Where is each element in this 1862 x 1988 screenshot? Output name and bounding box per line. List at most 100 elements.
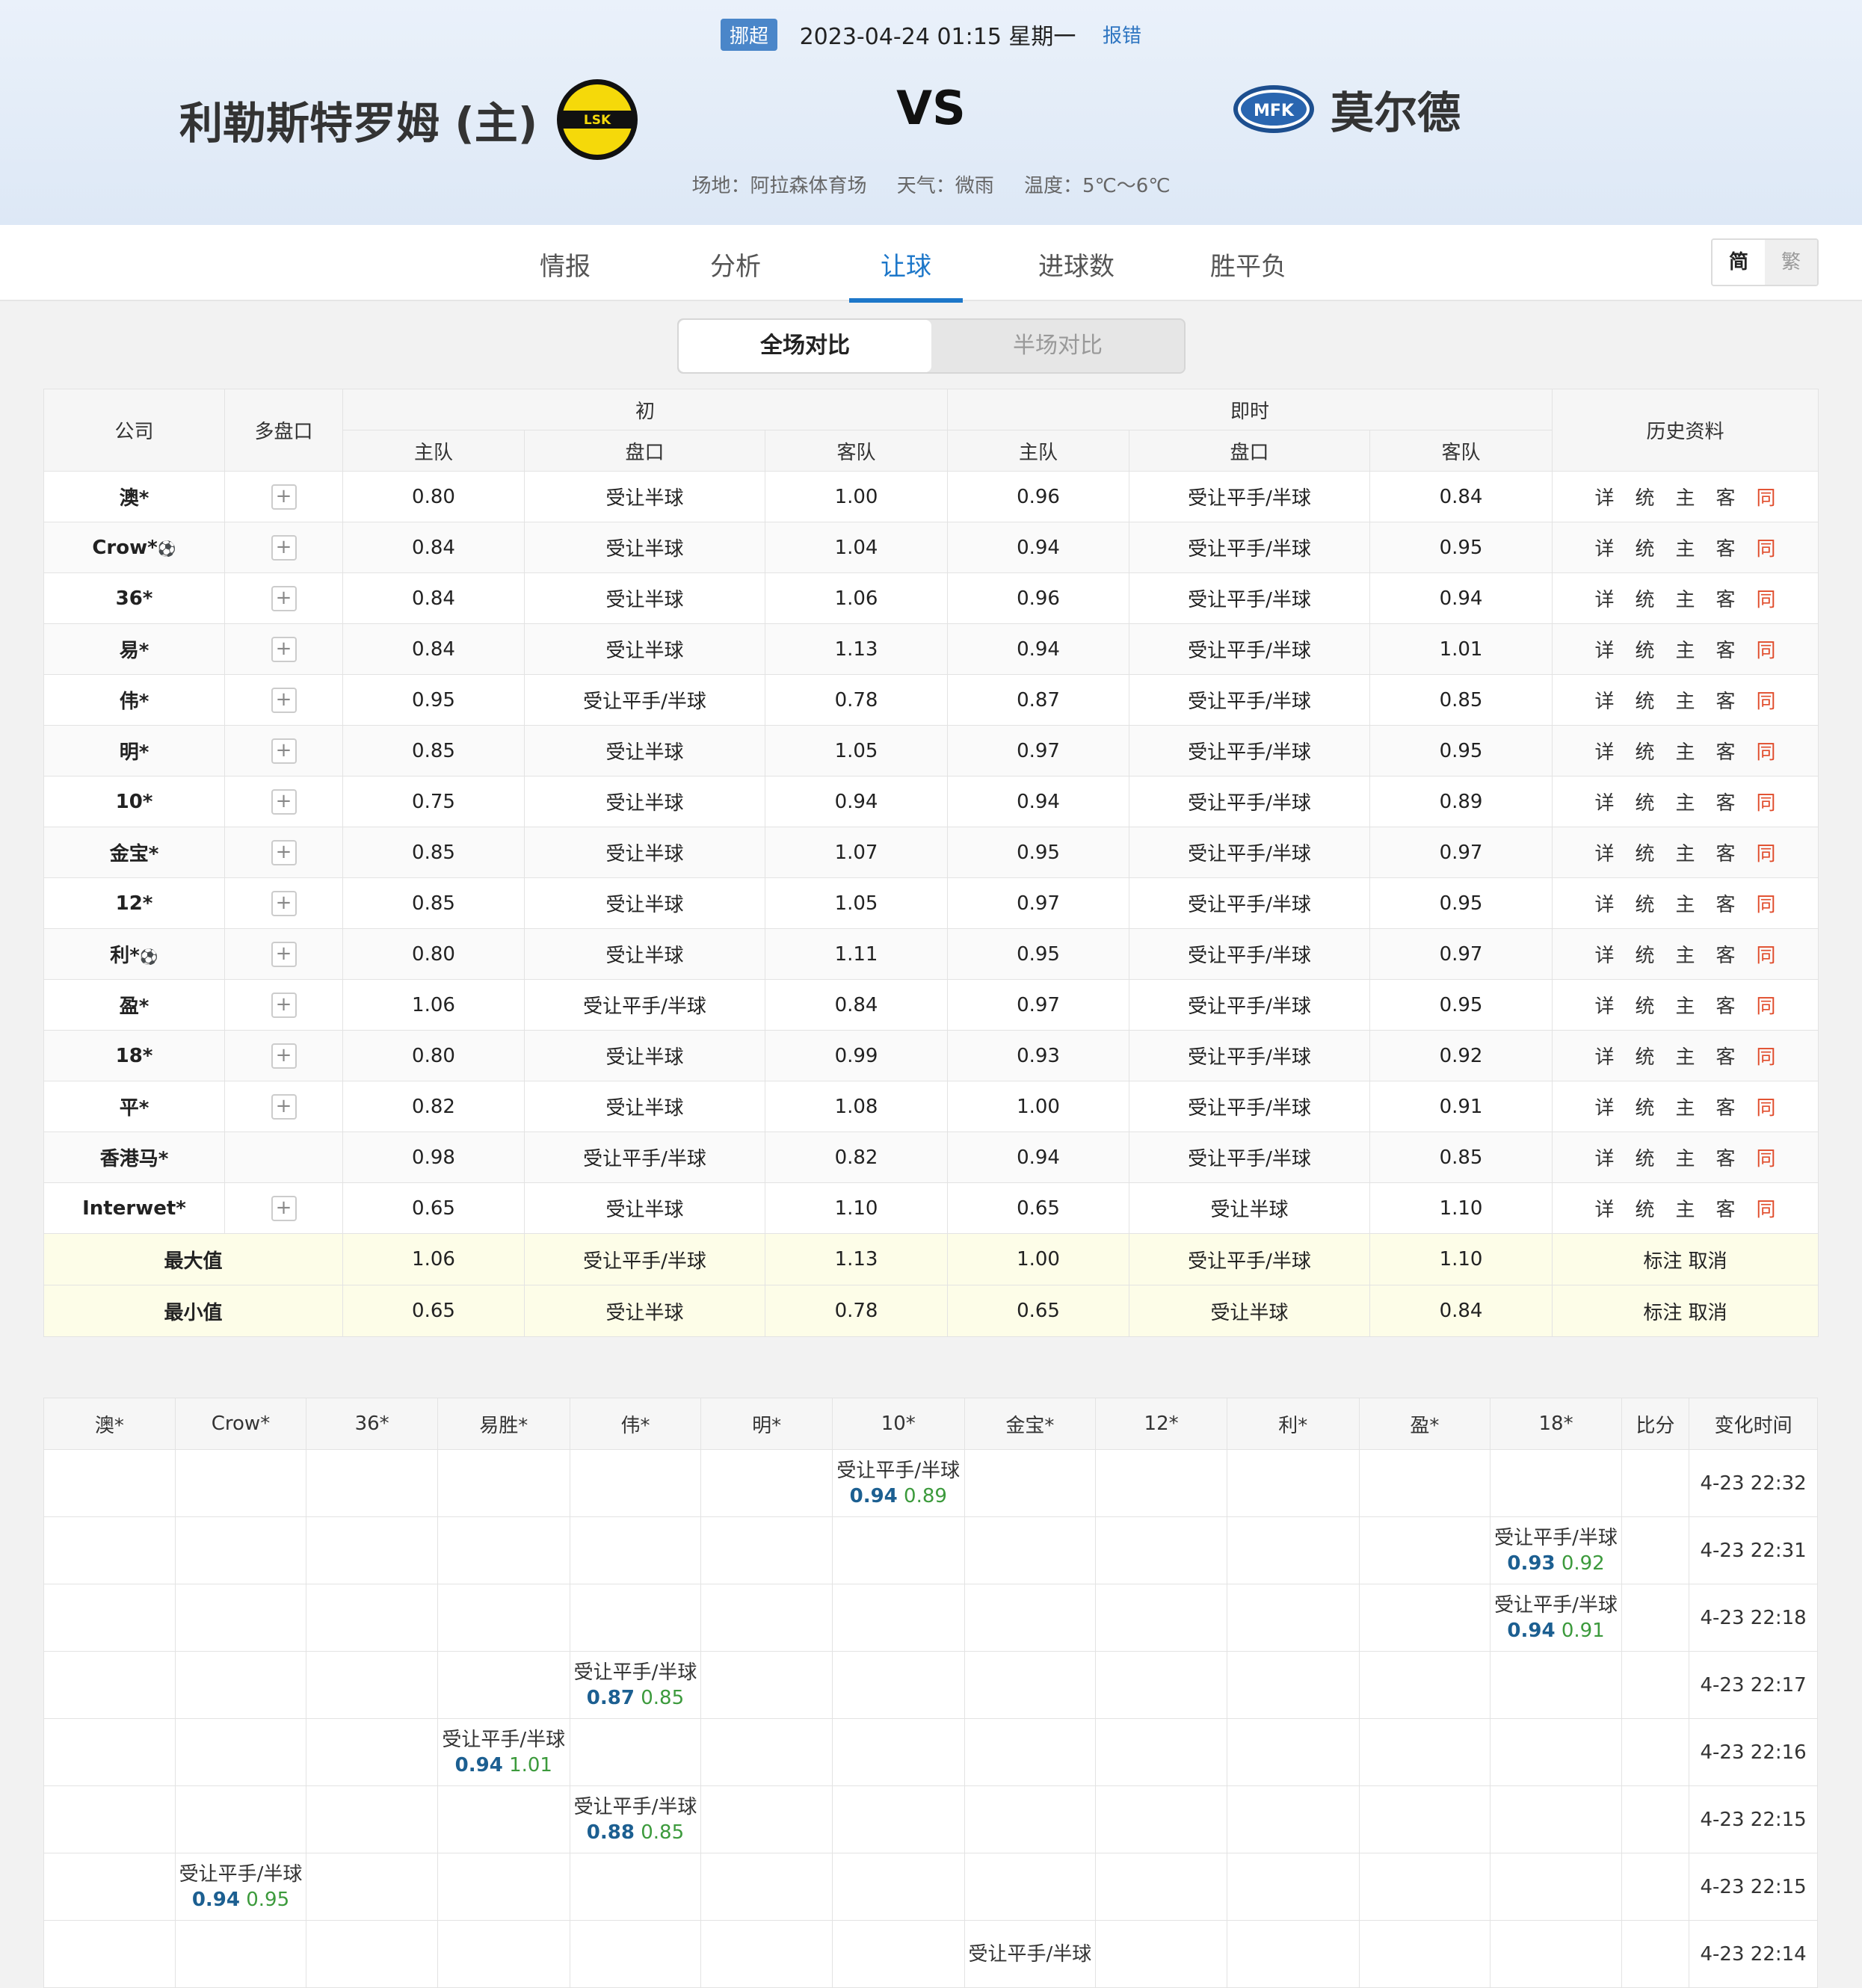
home-link[interactable]: 主 [1676, 1046, 1695, 1069]
same-link[interactable]: 同 [1757, 995, 1776, 1018]
tab-intel[interactable]: 情报 [528, 246, 602, 298]
detail-link[interactable]: 详 [1594, 1148, 1614, 1170]
company-cell[interactable]: 36* [43, 572, 225, 624]
tab-1x2[interactable]: 胜平负 [1203, 246, 1293, 298]
stats-link[interactable]: 统 [1635, 1199, 1654, 1221]
away-link[interactable]: 客 [1716, 640, 1736, 662]
company-cell[interactable]: 明* [43, 725, 225, 777]
same-link[interactable]: 同 [1757, 1148, 1776, 1170]
tab-handicap[interactable]: 让球 [849, 246, 963, 303]
home-link[interactable]: 主 [1676, 995, 1695, 1018]
company-cell[interactable]: 澳* [43, 471, 225, 522]
same-link[interactable]: 同 [1757, 640, 1776, 662]
company-cell[interactable]: 易* [43, 623, 225, 675]
home-link[interactable]: 主 [1676, 843, 1695, 865]
lang-traditional-button[interactable]: 繁 [1765, 240, 1817, 285]
expand-plus-icon[interactable]: + [271, 992, 297, 1018]
detail-link[interactable]: 详 [1594, 640, 1614, 662]
lang-simplified-button[interactable]: 简 [1713, 240, 1765, 285]
home-link[interactable]: 主 [1676, 1199, 1695, 1221]
league-badge[interactable]: 挪超 [721, 18, 778, 51]
company-cell[interactable]: 金宝* [43, 827, 225, 878]
stats-link[interactable]: 统 [1635, 1046, 1654, 1069]
away-link[interactable]: 客 [1716, 995, 1736, 1018]
same-link[interactable]: 同 [1757, 945, 1776, 967]
detail-link[interactable]: 详 [1594, 843, 1614, 865]
detail-link[interactable]: 详 [1594, 945, 1614, 967]
stats-link[interactable]: 统 [1635, 792, 1654, 815]
detail-link[interactable]: 详 [1594, 538, 1614, 561]
home-link[interactable]: 主 [1676, 538, 1695, 561]
stats-link[interactable]: 统 [1635, 894, 1654, 916]
stats-link[interactable]: 统 [1635, 691, 1654, 713]
expand-plus-icon[interactable]: + [271, 1043, 297, 1069]
company-cell[interactable]: 盈* [43, 979, 225, 1031]
away-team[interactable]: MFK 莫尔德 [1232, 78, 1461, 141]
company-cell[interactable]: 利*⚽ [43, 928, 225, 980]
stats-link[interactable]: 统 [1635, 741, 1654, 764]
detail-link[interactable]: 详 [1594, 741, 1614, 764]
same-link[interactable]: 同 [1757, 1046, 1776, 1069]
report-error-link[interactable]: 报错 [1103, 25, 1141, 48]
detail-link[interactable]: 详 [1594, 1046, 1614, 1069]
same-link[interactable]: 同 [1757, 1199, 1776, 1221]
same-link[interactable]: 同 [1757, 589, 1776, 611]
same-link[interactable]: 同 [1757, 741, 1776, 764]
expand-plus-icon[interactable]: + [271, 1195, 297, 1221]
stats-link[interactable]: 统 [1635, 1148, 1654, 1170]
expand-plus-icon[interactable]: + [271, 687, 297, 713]
home-link[interactable]: 主 [1676, 589, 1695, 611]
same-link[interactable]: 同 [1757, 538, 1776, 561]
same-link[interactable]: 同 [1757, 894, 1776, 916]
home-link[interactable]: 主 [1676, 741, 1695, 764]
same-link[interactable]: 同 [1757, 843, 1776, 865]
home-link[interactable]: 主 [1676, 691, 1695, 713]
away-link[interactable]: 客 [1716, 945, 1736, 967]
away-link[interactable]: 客 [1716, 691, 1736, 713]
stats-link[interactable]: 统 [1635, 1097, 1654, 1120]
home-link[interactable]: 主 [1676, 487, 1695, 510]
expand-plus-icon[interactable]: + [271, 941, 297, 967]
expand-plus-icon[interactable]: + [271, 890, 297, 916]
expand-plus-icon[interactable]: + [271, 788, 297, 815]
company-cell[interactable]: 18* [43, 1030, 225, 1081]
company-cell[interactable]: 伟* [43, 674, 225, 726]
away-link[interactable]: 客 [1716, 894, 1736, 916]
tab-analysis[interactable]: 分析 [698, 246, 773, 298]
company-cell[interactable]: 12* [43, 877, 225, 929]
company-cell[interactable]: 平* [43, 1081, 225, 1132]
same-link[interactable]: 同 [1757, 691, 1776, 713]
away-link[interactable]: 客 [1716, 1046, 1736, 1069]
stats-link[interactable]: 统 [1635, 640, 1654, 662]
detail-link[interactable]: 详 [1594, 487, 1614, 510]
away-link[interactable]: 客 [1716, 1148, 1736, 1170]
detail-link[interactable]: 详 [1594, 1097, 1614, 1120]
mark-cancel-action[interactable]: 标注 取消 [1552, 1285, 1819, 1337]
stats-link[interactable]: 统 [1635, 995, 1654, 1018]
same-link[interactable]: 同 [1757, 1097, 1776, 1120]
home-link[interactable]: 主 [1676, 792, 1695, 815]
away-link[interactable]: 客 [1716, 487, 1736, 510]
detail-link[interactable]: 详 [1594, 995, 1614, 1018]
detail-link[interactable]: 详 [1594, 894, 1614, 916]
home-link[interactable]: 主 [1676, 894, 1695, 916]
away-link[interactable]: 客 [1716, 741, 1736, 764]
expand-plus-icon[interactable]: + [271, 585, 297, 611]
expand-plus-icon[interactable]: + [271, 636, 297, 662]
tab-goals[interactable]: 进球数 [1032, 246, 1121, 298]
stats-link[interactable]: 统 [1635, 843, 1654, 865]
expand-plus-icon[interactable]: + [271, 738, 297, 764]
stats-link[interactable]: 统 [1635, 487, 1654, 510]
home-link[interactable]: 主 [1676, 640, 1695, 662]
away-link[interactable]: 客 [1716, 843, 1736, 865]
same-link[interactable]: 同 [1757, 792, 1776, 815]
stats-link[interactable]: 统 [1635, 538, 1654, 561]
away-link[interactable]: 客 [1716, 1199, 1736, 1221]
company-cell[interactable]: 10* [43, 776, 225, 827]
expand-plus-icon[interactable]: + [271, 839, 297, 865]
home-link[interactable]: 主 [1676, 1148, 1695, 1170]
half-match-button[interactable]: 半场对比 [931, 320, 1184, 372]
expand-plus-icon[interactable]: + [271, 1093, 297, 1120]
full-match-button[interactable]: 全场对比 [679, 320, 931, 372]
detail-link[interactable]: 详 [1594, 1199, 1614, 1221]
